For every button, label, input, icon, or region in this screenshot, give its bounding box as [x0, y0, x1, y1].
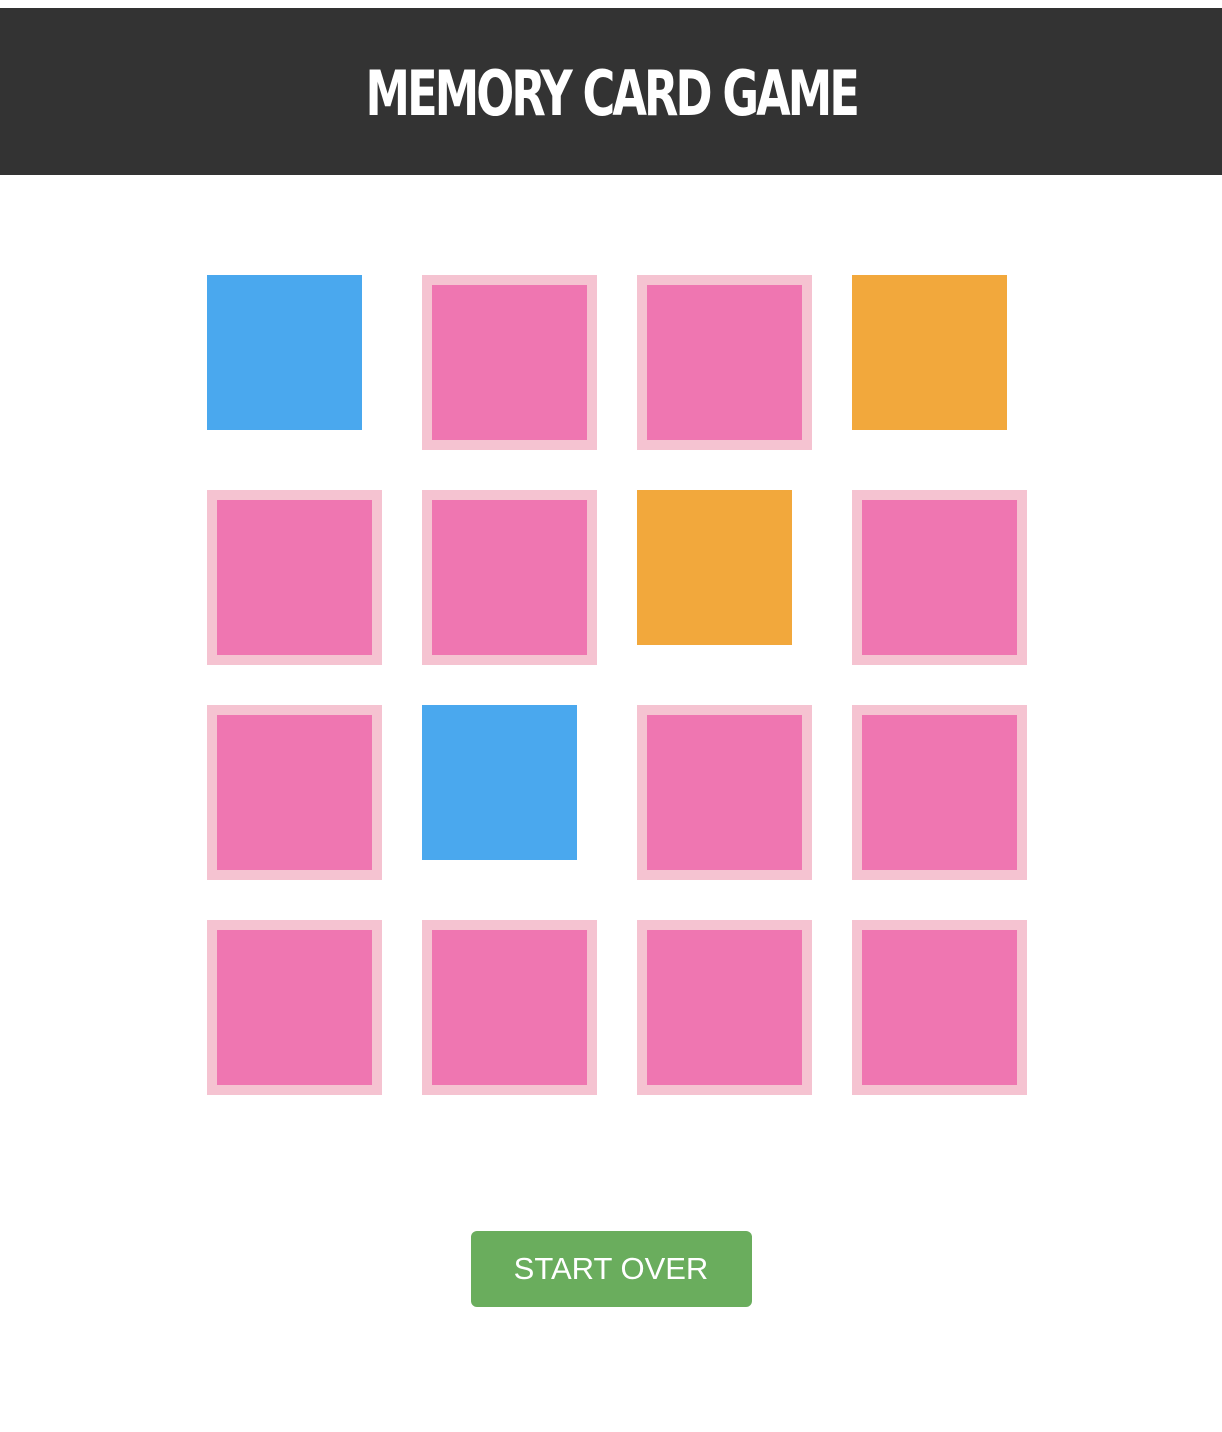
card-grid [207, 275, 1027, 1095]
card-r2-c4-face-down[interactable] [852, 490, 1027, 665]
card-r4-c2-face-down[interactable] [422, 920, 597, 1095]
card-r2-c2-face-down[interactable] [422, 490, 597, 665]
card-r4-c1-face-down[interactable] [207, 920, 382, 1095]
card-r3-c2-face-up[interactable] [422, 705, 597, 880]
card-back [422, 920, 597, 1095]
card-back [852, 920, 1027, 1095]
card-r1-c1-face-up[interactable] [207, 275, 382, 450]
card-r3-c4-face-down[interactable] [852, 705, 1027, 880]
card-back [637, 705, 812, 880]
card-face [637, 490, 792, 645]
card-face [852, 275, 1007, 430]
card-back [422, 490, 597, 665]
card-back [207, 490, 382, 665]
game-title: MEMORY CARD GAME [365, 56, 859, 130]
card-back [637, 920, 812, 1095]
card-r2-c1-face-down[interactable] [207, 490, 382, 665]
card-r4-c4-face-down[interactable] [852, 920, 1027, 1095]
card-r2-c3-face-up[interactable] [637, 490, 812, 665]
card-back [852, 705, 1027, 880]
card-back [852, 490, 1027, 665]
header-bar: MEMORY CARD GAME [0, 8, 1222, 175]
card-face [422, 705, 577, 860]
card-back [422, 275, 597, 450]
start-over-button[interactable]: START OVER [470, 1231, 752, 1307]
card-r1-c4-face-up[interactable] [852, 275, 1027, 450]
card-r4-c3-face-down[interactable] [637, 920, 812, 1095]
card-face [207, 275, 362, 430]
card-back [207, 705, 382, 880]
controls-bar: START OVER [0, 1231, 1222, 1307]
card-r1-c2-face-down[interactable] [422, 275, 597, 450]
card-r3-c3-face-down[interactable] [637, 705, 812, 880]
card-r1-c3-face-down[interactable] [637, 275, 812, 450]
card-r3-c1-face-down[interactable] [207, 705, 382, 880]
card-back [637, 275, 812, 450]
card-back [207, 920, 382, 1095]
